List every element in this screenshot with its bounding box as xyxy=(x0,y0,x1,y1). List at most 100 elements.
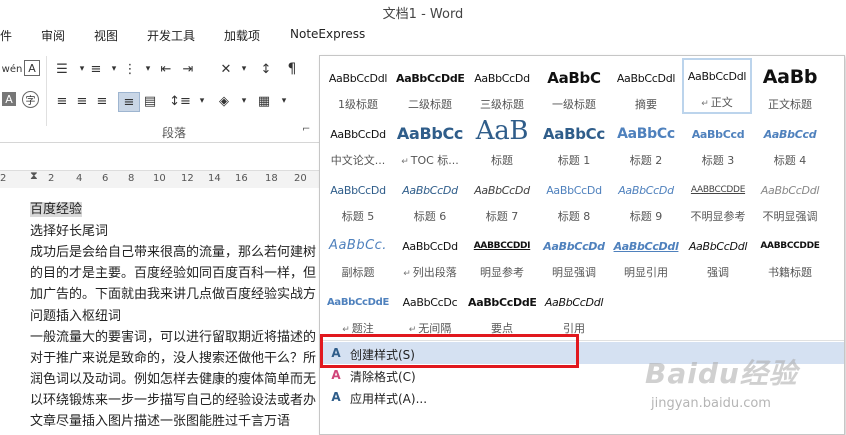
document-line[interactable]: 加广告的。下面就由我来讲几点做百度经验实战方 xyxy=(30,283,316,302)
document-line[interactable]: 问题插入枢纽词 xyxy=(30,305,121,324)
style-item-selected[interactable]: AaBbCcDdl ↵ 正文 xyxy=(682,58,752,114)
tab-view[interactable]: 视图 xyxy=(94,27,118,44)
style-label: 标题 xyxy=(491,154,513,167)
style-preview: AaBbCcDdE xyxy=(396,72,464,85)
style-item[interactable]: AaBbCcDd 标题 7 xyxy=(468,172,536,226)
increase-indent-icon[interactable]: ⇥ xyxy=(178,60,198,78)
style-item[interactable]: AaBbCcDdl 不明显强调 xyxy=(756,172,824,226)
style-item[interactable]: AaBbCc 标题 1 xyxy=(540,116,608,170)
style-item[interactable]: AaBbCcDdl 引用 xyxy=(540,284,608,338)
enclose-characters-icon[interactable]: 字 xyxy=(22,91,39,108)
document-line[interactable]: 成功后是会给自己带来很高的流量，那么若何建树 xyxy=(30,241,316,260)
style-item[interactable]: AaBbCcDdE 要点 xyxy=(468,284,536,338)
ruler-tick: 20 xyxy=(294,173,307,184)
style-item[interactable]: AaBbCcDd 明显强调 xyxy=(540,228,608,282)
style-item[interactable]: AaBbCcDdl 明显引用 xyxy=(612,228,680,282)
style-label: 书籍标题 xyxy=(768,266,812,279)
document-line[interactable]: 以环绕锻炼来一步一步描写自己的经验设法或者办 xyxy=(30,389,316,408)
chinese-layout-icon[interactable]: ✕ xyxy=(216,60,236,78)
tab-review[interactable]: 审阅 xyxy=(41,27,65,44)
style-item[interactable]: AABBCCDDE 书籍标题 xyxy=(756,228,824,282)
tab-developer[interactable]: 开发工具 xyxy=(147,27,195,44)
style-preview: AaBbCcd xyxy=(763,128,817,141)
style-item[interactable]: AaBbCcd 标题 4 xyxy=(756,116,824,170)
style-label: 二级标题 xyxy=(408,98,452,111)
style-item[interactable]: AaBbCcDd ↵ 列出段落 xyxy=(396,228,464,282)
distributed-icon[interactable]: ▤ xyxy=(140,92,160,110)
phonetic-guide-icon[interactable]: wén xyxy=(2,60,23,78)
clear-formatting-icon: A xyxy=(331,368,341,382)
indent-marker-icon[interactable]: ⧗ xyxy=(30,169,38,183)
character-shading-icon[interactable]: A xyxy=(2,92,16,106)
style-item[interactable]: AaBbCcDd 标题 5 xyxy=(324,172,392,226)
document-line[interactable]: 文章尽量插入图片描述一张图能胜过千言万语 xyxy=(30,410,290,429)
style-item[interactable]: AaBbCcDdl 强调 xyxy=(684,228,752,282)
shading-icon[interactable]: ◈ xyxy=(214,92,234,110)
style-label: 强调 xyxy=(707,266,729,279)
selected-heading-text[interactable]: 百度经验 xyxy=(30,202,83,217)
multilevel-list-icon[interactable]: ⋮ xyxy=(120,60,140,78)
ruler-tick: 10 xyxy=(153,173,166,184)
style-label: 不明显参考 xyxy=(690,210,746,223)
align-center-icon[interactable]: ≡ xyxy=(72,92,92,110)
style-item[interactable]: AaBb 正文标题 xyxy=(756,60,824,114)
style-preview: AaBbCcd xyxy=(691,128,745,141)
align-right-icon[interactable]: ≡ xyxy=(92,92,112,110)
style-item[interactable]: AaBbCcDd 标题 8 xyxy=(540,172,608,226)
style-preview: AaBbCcDdl xyxy=(688,240,748,253)
dropdown-arrow-icon[interactable]: ▾ xyxy=(274,92,294,110)
style-item[interactable]: AABBCCDDE 不明显参考 xyxy=(684,172,752,226)
style-label: 副标题 xyxy=(341,266,375,279)
align-left-icon[interactable]: ≡ xyxy=(52,92,72,110)
style-item[interactable]: AaBbCc. 副标题 xyxy=(324,228,392,282)
style-item[interactable]: AaBbCcDdl 摘要 xyxy=(612,60,680,114)
line-spacing-icon[interactable]: ↕≡ xyxy=(169,92,191,110)
show-marks-icon[interactable]: ¶ xyxy=(282,60,302,78)
document-line[interactable]: 选择好长尾词 xyxy=(30,220,108,239)
document-line[interactable]: 一般流量大的要害词，可以进行留取期近将描述的 xyxy=(30,326,316,345)
sort-icon[interactable]: ↕ xyxy=(256,60,276,78)
dropdown-arrow-icon[interactable]: ▾ xyxy=(192,92,212,110)
numbering-icon[interactable]: ≡ xyxy=(86,60,106,78)
style-item[interactable]: AaBbCcDd 中文论文... xyxy=(324,116,392,170)
paragraph-dialog-launcher-icon[interactable]: ⌐ xyxy=(302,124,310,135)
style-preview: AaBbCcDdE xyxy=(326,297,390,308)
style-preview: AaB xyxy=(475,116,529,146)
style-item[interactable]: AaBbCcd 标题 3 xyxy=(684,116,752,170)
justify-icon[interactable]: ≡ xyxy=(118,92,140,112)
style-item[interactable]: AaBbCc ↵ TOC 标... xyxy=(396,116,464,170)
style-item[interactable]: AaBbCcDdE ↵ 题注 xyxy=(324,284,392,338)
style-item[interactable]: AaBbCcDdl 1级标题 xyxy=(324,60,392,114)
ruler-tick: 8 xyxy=(128,173,135,184)
dropdown-arrow-icon[interactable]: ▾ xyxy=(234,60,254,78)
style-preview: AABBCCDDI xyxy=(473,241,531,251)
tab-file[interactable]: 件 xyxy=(0,27,12,44)
style-item[interactable]: AaBbCcDd 三级标题 xyxy=(468,60,536,114)
style-item[interactable]: AaB 标题 xyxy=(468,116,536,170)
borders-icon[interactable]: ▦ xyxy=(254,92,274,110)
tab-addins[interactable]: 加载项 xyxy=(224,27,260,44)
watermark-url: jingyan.baidu.com xyxy=(651,396,771,411)
decrease-indent-icon[interactable]: ⇤ xyxy=(156,60,176,78)
dropdown-arrow-icon[interactable]: ▾ xyxy=(138,60,158,78)
style-preview: AaBbCcDdl xyxy=(687,70,747,83)
document-line[interactable]: 的目的才是主要。百度经验如同百度百科一样，但 xyxy=(30,262,316,281)
character-border-icon[interactable]: A xyxy=(24,60,40,76)
style-preview: AaBbCcDd xyxy=(330,128,386,141)
style-item[interactable]: AaBbCcDd 标题 9 xyxy=(612,172,680,226)
group-divider xyxy=(46,56,47,126)
document-line[interactable]: 对于推广来说是致命的，没人搜索还做他干么？所 xyxy=(30,347,316,366)
style-item[interactable]: AaBbCcDdE 二级标题 xyxy=(396,60,464,114)
document-page[interactable]: 百度经验 选择好长尾词 成功后是会给自己带来很高的流量，那么若何建树 的目的才是… xyxy=(0,188,320,433)
horizontal-ruler[interactable]: 2 ⧗ 2 4 6 8 10 12 14 16 18 20 xyxy=(0,169,320,189)
dropdown-arrow-icon[interactable]: ▾ xyxy=(234,92,254,110)
style-item[interactable]: AABBCCDDI 明显参考 xyxy=(468,228,536,282)
tab-noteexpress[interactable]: NoteExpress xyxy=(290,27,365,41)
menu-item-label: 清除格式(C) xyxy=(350,370,416,384)
style-item[interactable]: AaBbCcDc ↵ 无间隔 xyxy=(396,284,464,338)
style-item[interactable]: AaBbC 一级标题 xyxy=(540,60,608,114)
style-item[interactable]: AaBbCc 标题 2 xyxy=(612,116,680,170)
style-item[interactable]: AaBbCcDd 标题 6 xyxy=(396,172,464,226)
bullets-icon[interactable]: ☰ xyxy=(52,60,72,78)
document-line[interactable]: 润色词以及动词。例如怎样去健康的瘦体简单而无 xyxy=(30,368,316,387)
